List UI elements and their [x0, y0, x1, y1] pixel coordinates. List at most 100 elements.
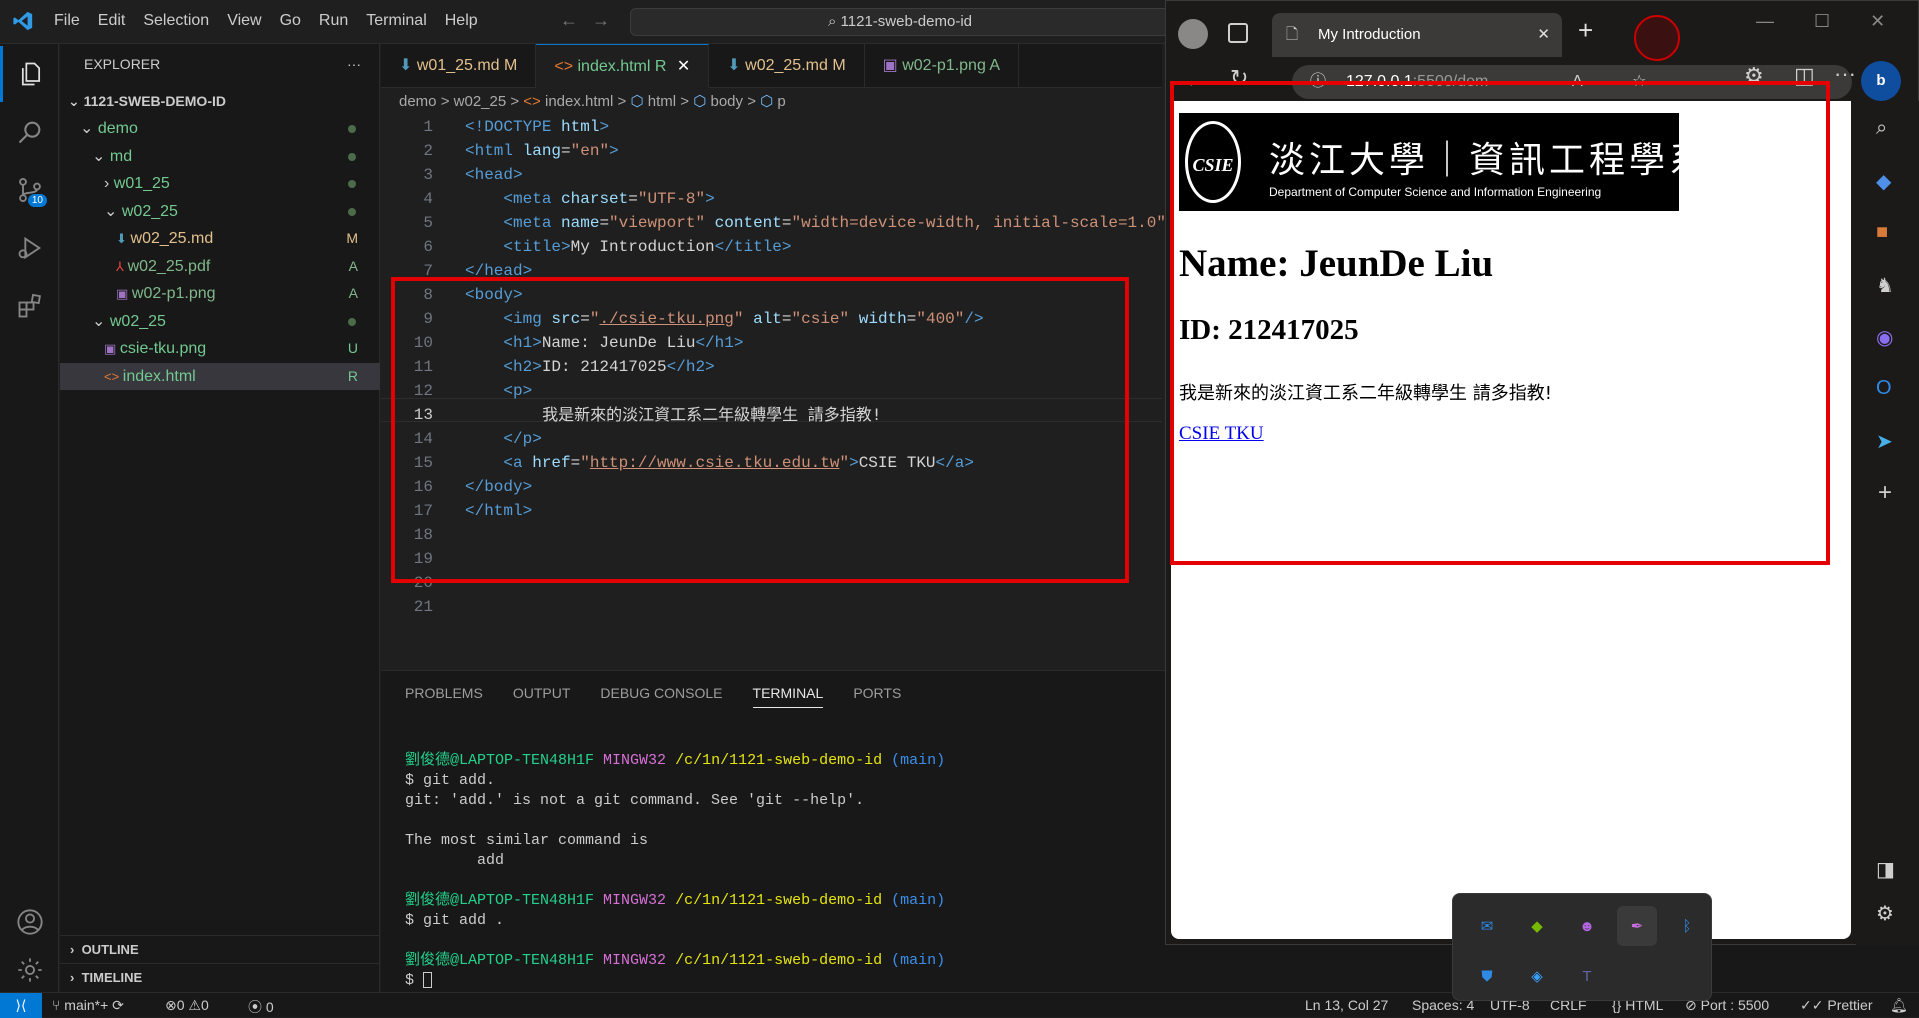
more-menu-icon[interactable]: ···	[1834, 61, 1856, 87]
minimize-icon[interactable]: —	[1756, 11, 1774, 32]
close-tab-icon[interactable]: ✕	[1537, 13, 1550, 57]
maximize-icon[interactable]: ☐	[1814, 11, 1830, 32]
explorer-item[interactable]: ⅄ w02_25.pdf A	[60, 253, 380, 280]
run-debug-activity[interactable]	[0, 220, 59, 276]
explorer-item[interactable]: ⌄ w02_25	[60, 308, 380, 335]
menu-selection[interactable]: Selection	[143, 12, 209, 30]
crumb-file[interactable]: index.html	[545, 93, 613, 110]
tab-index-html[interactable]: <> index.html R ✕	[536, 44, 710, 88]
html-file-icon: <>	[523, 93, 541, 110]
explorer-item[interactable]: ⌄ demo	[60, 115, 380, 142]
new-tab-icon[interactable]: +	[1578, 15, 1593, 46]
network-tray-icon[interactable]: ◈	[1517, 956, 1557, 996]
bluetooth-tray-icon[interactable]: ᛒ	[1667, 906, 1707, 946]
markdown-file-icon: ⬇	[727, 57, 746, 74]
edge-sidebar: ⌕ ◆ ■ ♞ ◉ O ➤ + ◨ ⚙	[1856, 101, 1919, 946]
git-status-badge: A	[348, 285, 358, 301]
browser-tab[interactable]: 🗋︎ My Introduction ✕	[1272, 13, 1562, 57]
timeline-section[interactable]: › TIMELINE	[60, 963, 380, 990]
outlook-tray-icon[interactable]: ✉	[1467, 906, 1507, 946]
send-icon[interactable]: ➤	[1876, 429, 1893, 454]
source-control-activity[interactable]: 10	[0, 162, 59, 218]
cursor-position[interactable]: Ln 13, Col 27	[1305, 997, 1388, 1013]
branch-item[interactable]: ⑂ main*+ ⟳	[52, 997, 124, 1014]
forward-arrow-icon[interactable]: →	[592, 10, 610, 31]
crumb-body[interactable]: body	[711, 93, 744, 110]
bing-copilot-icon[interactable]: b	[1861, 61, 1901, 101]
feather-tray-icon[interactable]: ✒	[1617, 906, 1657, 946]
problems-item[interactable]: ⊗0 ⚠0	[165, 997, 209, 1014]
extensions-activity[interactable]	[0, 278, 59, 334]
explorer-item[interactable]: ⬇ w02_25.md M	[60, 225, 380, 252]
profile-avatar[interactable]	[1178, 19, 1208, 49]
menu-view[interactable]: View	[227, 12, 261, 30]
explorer-item-label: w02_25.pdf	[127, 257, 211, 275]
menu-go[interactable]: Go	[280, 12, 301, 30]
menu-help[interactable]: Help	[445, 12, 478, 30]
security-warning-tray-icon[interactable]: ⛊	[1467, 956, 1507, 996]
outline-section[interactable]: › OUTLINE	[60, 935, 380, 962]
command-center-search[interactable]: ⌕ 1121-sweb-demo-id	[630, 8, 1170, 36]
explorer-item[interactable]: › w01_25	[60, 170, 380, 197]
explorer-item[interactable]: ⌄ w02_25	[60, 198, 380, 225]
settings-activity[interactable]	[0, 942, 59, 998]
bell-icon[interactable]: 🔔︎	[1890, 997, 1908, 1014]
menu-edit[interactable]: Edit	[98, 12, 126, 30]
nvidia-tray-icon[interactable]: ◆	[1517, 906, 1557, 946]
explorer-item[interactable]: <> index.html R	[60, 362, 380, 390]
crumb-p[interactable]: p	[777, 93, 785, 110]
menu-terminal[interactable]: Terminal	[366, 12, 426, 30]
games-icon[interactable]: ♞	[1876, 273, 1894, 298]
sidebar-settings-icon[interactable]: ⚙	[1876, 901, 1894, 926]
panel-tabs: PROBLEMS OUTPUT DEBUG CONSOLE TERMINAL P…	[405, 685, 901, 708]
teams-tray-icon[interactable]: T	[1567, 956, 1607, 996]
tab-w02-md[interactable]: ⬇ w02_25.md M	[709, 44, 865, 88]
line-number: 3	[423, 166, 433, 184]
menu-run[interactable]: Run	[319, 12, 348, 30]
tab-w01-md[interactable]: ⬇ w01_25.md M	[381, 44, 537, 88]
crumb-demo[interactable]: demo	[399, 93, 437, 110]
back-arrow-icon[interactable]: ←	[560, 10, 578, 31]
tab-status: A	[989, 57, 1001, 74]
modified-dot-icon	[348, 317, 356, 326]
menu-file[interactable]: File	[54, 12, 80, 30]
close-window-icon[interactable]: ✕	[1870, 11, 1885, 32]
tab-output[interactable]: OUTPUT	[513, 685, 571, 708]
explorer-item[interactable]: ▣ csie-tku.png U	[60, 335, 380, 362]
shopping-tag-icon[interactable]: ◆	[1876, 169, 1891, 194]
outlook-icon[interactable]: O	[1876, 377, 1892, 400]
crumb-html[interactable]: html	[648, 93, 676, 110]
git-status-badge: M	[346, 230, 358, 246]
tab-w02-png[interactable]: ▣ w02-p1.png A	[865, 44, 1020, 88]
remote-indicator[interactable]: ⟩⟨	[0, 993, 42, 1018]
tab-problems[interactable]: PROBLEMS	[405, 685, 483, 708]
line-number: 4	[423, 190, 433, 208]
ports-item[interactable]: ⦿ 0	[248, 997, 274, 1017]
tab-terminal[interactable]: TERMINAL	[752, 685, 824, 708]
workspace-root[interactable]: ⌄ 1121-SWEB-DEMO-ID	[60, 88, 380, 115]
hide-sidebar-icon[interactable]: ◨	[1876, 857, 1895, 882]
terminal-input[interactable]: $	[405, 971, 433, 991]
profile-mascot-icon	[1634, 15, 1680, 61]
add-sidebar-app-icon[interactable]: +	[1878, 479, 1892, 507]
search-activity[interactable]	[0, 104, 59, 160]
tab-ports[interactable]: PORTS	[853, 685, 901, 708]
close-icon[interactable]: ✕	[677, 58, 690, 75]
code-line: <title>My Introduction</title>	[503, 238, 792, 256]
explorer-activity[interactable]	[0, 46, 59, 102]
tab-debug-console[interactable]: DEBUG CONSOLE	[600, 685, 722, 708]
copilot-icon[interactable]: ◉	[1876, 325, 1893, 350]
tab-actions-icon[interactable]	[1228, 23, 1248, 43]
crumb-w02[interactable]: w02_25	[454, 93, 507, 110]
tools-briefcase-icon[interactable]: ■	[1876, 221, 1888, 244]
sidebar-search-icon[interactable]: ⌕	[1876, 117, 1887, 140]
discord-tray-icon[interactable]: ☻	[1567, 906, 1607, 946]
explorer-item[interactable]: ▣ w02-p1.png A	[60, 280, 380, 307]
explorer-item[interactable]: ⌄ md	[60, 143, 380, 170]
prompt-path: /c/1n/1121-sweb-demo-id	[675, 952, 883, 969]
nav-arrows: ← →	[560, 10, 610, 31]
more-actions-icon[interactable]: ···	[347, 44, 361, 84]
prettier-item[interactable]: ✓✓ Prettier	[1800, 997, 1872, 1014]
terminal-prompt: 劉俊德@LAPTOP-TEN48H1F MINGW32 /c/1n/1121-s…	[405, 751, 945, 771]
code-line: <!DOCTYPE html>	[465, 118, 610, 136]
